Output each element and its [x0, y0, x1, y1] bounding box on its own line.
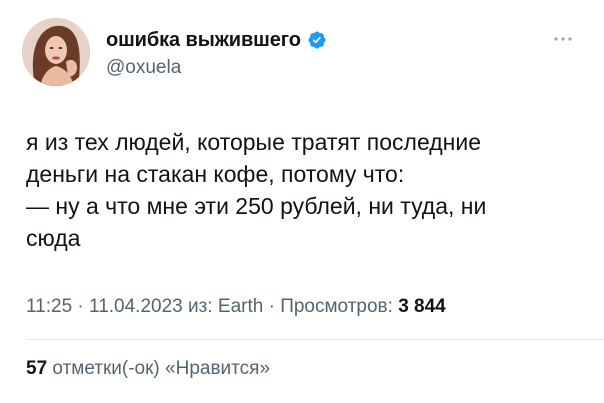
display-name[interactable]: ошибка выжившего — [106, 29, 301, 52]
tweet-text-line: сюда — [26, 225, 81, 251]
likes-link[interactable]: 57 отметки(-ок) «Нравится» — [26, 358, 270, 380]
meta-separator: · — [77, 296, 84, 317]
author-handle[interactable]: @oxuela — [106, 57, 327, 79]
tweet-meta: 11:25 · 11.04.2023 из: Earth · Просмотро… — [26, 296, 446, 318]
tweet-card: ошибка выжившего @oxuela я из тех людей,… — [0, 0, 604, 403]
avatar-portrait-icon — [22, 18, 90, 86]
tweet-time[interactable]: 11:25 — [26, 296, 72, 317]
tweet-text: я из тех людей, которые тратят последние… — [26, 126, 586, 254]
meta-separator: · — [268, 296, 275, 317]
verified-badge-icon — [307, 30, 327, 50]
likes-count: 57 — [26, 358, 48, 379]
views-label: Просмотров: — [280, 296, 393, 317]
source-prefix: из: — [188, 296, 213, 317]
tweet-source[interactable]: Earth — [218, 296, 263, 317]
tweet-text-line: — ну а что мне эти 250 рублей, ни туда, … — [26, 193, 487, 219]
avatar[interactable] — [22, 18, 90, 86]
author-block: ошибка выжившего @oxuela — [106, 27, 327, 79]
tweet-text-line: деньги на стакан кофе, потому что: — [26, 161, 405, 187]
likes-label: отметки(-ок) «Нравится» — [52, 358, 271, 379]
views-count: 3 844 — [398, 296, 446, 317]
divider — [26, 339, 604, 340]
more-dots-icon[interactable] — [548, 32, 578, 46]
tweet-text-line: я из тех людей, которые тратят последние — [26, 129, 482, 155]
tweet-date[interactable]: 11.04.2023 — [89, 296, 183, 317]
author-name-row: ошибка выжившего — [106, 27, 327, 53]
